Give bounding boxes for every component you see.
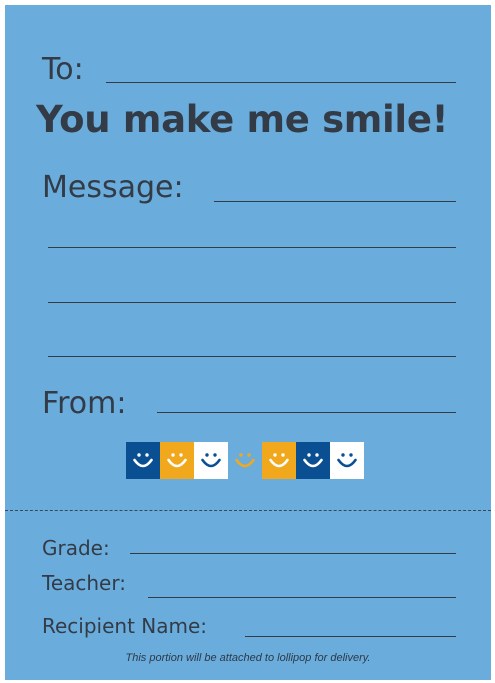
smiley-icon [133,452,153,467]
recipient-name-label: Recipient Name: [42,614,208,638]
page-title: You make me smile! [36,98,449,141]
smiley-icon [269,452,289,467]
grade-label: Grade: [42,536,110,560]
smiley-tile [296,442,330,479]
message-line-1 [214,201,456,202]
smiley-tile [194,442,228,479]
to-line [106,82,456,83]
message-label: Message: [42,170,184,205]
smiley-icon [303,452,323,467]
smiley-icon [167,452,187,467]
smiley-tile [330,442,364,479]
from-line [157,412,456,413]
message-line-3 [48,302,456,303]
tear-off-divider [5,510,491,511]
smiley-tile [228,442,262,479]
recipient-name-line [245,636,456,637]
message-line-4 [48,356,456,357]
teacher-label: Teacher: [42,571,126,595]
smiley-icon [201,452,221,467]
smiley-tile [160,442,194,479]
grade-line [130,553,456,554]
smiley-icon [235,452,255,467]
teacher-line [148,597,456,598]
smiley-icon [337,452,357,467]
message-line-2 [48,247,456,248]
to-label: To: [42,52,84,87]
from-label: From: [42,386,127,421]
smiley-tile [262,442,296,479]
delivery-footnote: This portion will be attached to lollipo… [125,652,371,664]
smiley-row [126,442,364,479]
smiley-tile [126,442,160,479]
